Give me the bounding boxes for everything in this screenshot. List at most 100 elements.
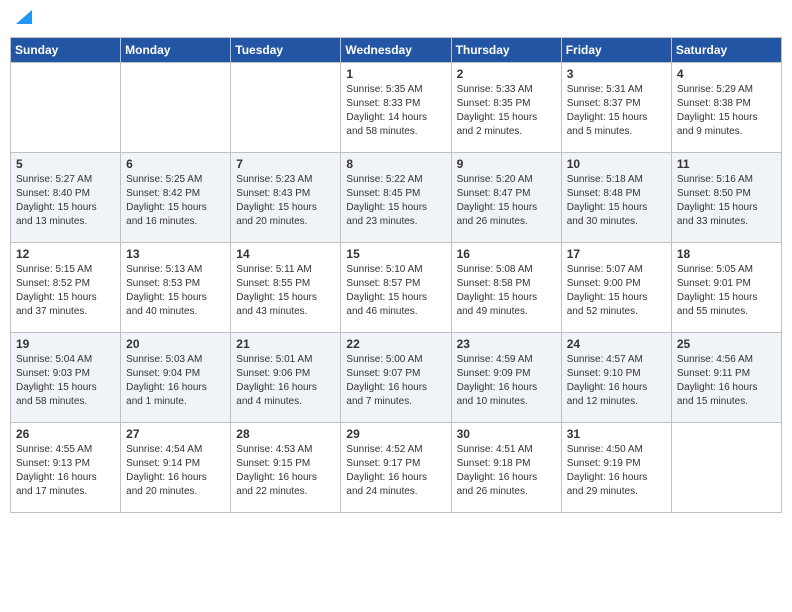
week-row-3: 12 Sunrise: 5:15 AM Sunset: 8:52 PM Dayli… [11,243,782,333]
calendar-cell: 9 Sunrise: 5:20 AM Sunset: 8:47 PM Daylig… [451,153,561,243]
calendar-cell: 6 Sunrise: 5:25 AM Sunset: 8:42 PM Daylig… [121,153,231,243]
day-number: 23 [457,337,556,351]
calendar-cell: 21 Sunrise: 5:01 AM Sunset: 9:06 PM Dayli… [231,333,341,423]
calendar-cell: 7 Sunrise: 5:23 AM Sunset: 8:43 PM Daylig… [231,153,341,243]
day-number: 30 [457,427,556,441]
day-number: 21 [236,337,335,351]
day-info: Sunrise: 5:05 AM Sunset: 9:01 PM Dayligh… [677,263,776,319]
day-info: Sunrise: 5:31 AM Sunset: 8:37 PM Dayligh… [567,83,666,139]
day-number: 20 [126,337,225,351]
day-number: 11 [677,157,776,171]
day-info: Sunrise: 4:56 AM Sunset: 9:11 PM Dayligh… [677,353,776,409]
calendar-cell: 26 Sunrise: 4:55 AM Sunset: 9:13 PM Dayli… [11,423,121,513]
day-info: Sunrise: 5:13 AM Sunset: 8:53 PM Dayligh… [126,263,225,319]
day-number: 8 [346,157,445,171]
day-info: Sunrise: 5:16 AM Sunset: 8:50 PM Dayligh… [677,173,776,229]
day-info: Sunrise: 4:53 AM Sunset: 9:15 PM Dayligh… [236,443,335,499]
calendar-cell: 10 Sunrise: 5:18 AM Sunset: 8:48 PM Dayli… [561,153,671,243]
day-number: 12 [16,247,115,261]
day-number: 25 [677,337,776,351]
day-info: Sunrise: 5:33 AM Sunset: 8:35 PM Dayligh… [457,83,556,139]
calendar-cell: 18 Sunrise: 5:05 AM Sunset: 9:01 PM Dayli… [671,243,781,333]
day-info: Sunrise: 5:07 AM Sunset: 9:00 PM Dayligh… [567,263,666,319]
calendar-cell: 19 Sunrise: 5:04 AM Sunset: 9:03 PM Dayli… [11,333,121,423]
calendar-cell [11,63,121,153]
calendar-cell: 2Sunrise: 5:33 AM Sunset: 8:35 PM Daylig… [451,63,561,153]
day-info: Sunrise: 5:27 AM Sunset: 8:40 PM Dayligh… [16,173,115,229]
calendar-cell: 8 Sunrise: 5:22 AM Sunset: 8:45 PM Daylig… [341,153,451,243]
day-number: 19 [16,337,115,351]
day-number: 31 [567,427,666,441]
day-number: 15 [346,247,445,261]
calendar-cell: 23 Sunrise: 4:59 AM Sunset: 9:09 PM Dayli… [451,333,561,423]
day-info: Sunrise: 5:35 AM Sunset: 8:33 PM Dayligh… [346,83,445,139]
day-number: 28 [236,427,335,441]
week-row-2: 5 Sunrise: 5:27 AM Sunset: 8:40 PM Daylig… [11,153,782,243]
day-number: 5 [16,157,115,171]
day-info: Sunrise: 4:54 AM Sunset: 9:14 PM Dayligh… [126,443,225,499]
day-number: 26 [16,427,115,441]
calendar-cell: 11 Sunrise: 5:16 AM Sunset: 8:50 PM Dayli… [671,153,781,243]
header-day-monday: Monday [121,38,231,63]
header-day-sunday: Sunday [11,38,121,63]
calendar-cell: 14Sunrise: 5:11 AM Sunset: 8:55 PM Dayli… [231,243,341,333]
day-info: Sunrise: 5:18 AM Sunset: 8:48 PM Dayligh… [567,173,666,229]
day-info: Sunrise: 5:23 AM Sunset: 8:43 PM Dayligh… [236,173,335,229]
day-number: 24 [567,337,666,351]
header-day-saturday: Saturday [671,38,781,63]
calendar-cell: 24 Sunrise: 4:57 AM Sunset: 9:10 PM Dayli… [561,333,671,423]
calendar-cell: 3 Sunrise: 5:31 AM Sunset: 8:37 PM Daylig… [561,63,671,153]
day-info: Sunrise: 5:08 AM Sunset: 8:58 PM Dayligh… [457,263,556,319]
day-info: Sunrise: 5:04 AM Sunset: 9:03 PM Dayligh… [16,353,115,409]
calendar-cell: 17 Sunrise: 5:07 AM Sunset: 9:00 PM Dayli… [561,243,671,333]
day-info: Sunrise: 5:20 AM Sunset: 8:47 PM Dayligh… [457,173,556,229]
calendar-cell [121,63,231,153]
day-info: Sunrise: 4:57 AM Sunset: 9:10 PM Dayligh… [567,353,666,409]
calendar-cell: 29 Sunrise: 4:52 AM Sunset: 9:17 PM Dayli… [341,423,451,513]
week-row-1: 1 Sunrise: 5:35 AM Sunset: 8:33 PM Daylig… [11,63,782,153]
day-info: Sunrise: 5:15 AM Sunset: 8:52 PM Dayligh… [16,263,115,319]
day-info: Sunrise: 4:55 AM Sunset: 9:13 PM Dayligh… [16,443,115,499]
day-number: 18 [677,247,776,261]
day-info: Sunrise: 5:01 AM Sunset: 9:06 PM Dayligh… [236,353,335,409]
page-header [10,10,782,31]
day-number: 29 [346,427,445,441]
week-row-5: 26 Sunrise: 4:55 AM Sunset: 9:13 PM Dayli… [11,423,782,513]
day-info: Sunrise: 5:22 AM Sunset: 8:45 PM Dayligh… [346,173,445,229]
day-info: Sunrise: 5:25 AM Sunset: 8:42 PM Dayligh… [126,173,225,229]
calendar-cell: 22 Sunrise: 5:00 AM Sunset: 9:07 PM Dayli… [341,333,451,423]
logo [14,10,32,31]
calendar-cell: 13Sunrise: 5:13 AM Sunset: 8:53 PM Dayli… [121,243,231,333]
calendar-cell: 12 Sunrise: 5:15 AM Sunset: 8:52 PM Dayli… [11,243,121,333]
calendar-cell: 28 Sunrise: 4:53 AM Sunset: 9:15 PM Dayli… [231,423,341,513]
day-info: Sunrise: 5:00 AM Sunset: 9:07 PM Dayligh… [346,353,445,409]
day-info: Sunrise: 4:59 AM Sunset: 9:09 PM Dayligh… [457,353,556,409]
day-number: 9 [457,157,556,171]
day-number: 4 [677,67,776,81]
header-day-thursday: Thursday [451,38,561,63]
calendar-cell [231,63,341,153]
day-number: 22 [346,337,445,351]
calendar-cell: 16Sunrise: 5:08 AM Sunset: 8:58 PM Dayli… [451,243,561,333]
header-row: SundayMondayTuesdayWednesdayThursdayFrid… [11,38,782,63]
day-number: 27 [126,427,225,441]
header-day-friday: Friday [561,38,671,63]
day-info: Sunrise: 4:52 AM Sunset: 9:17 PM Dayligh… [346,443,445,499]
week-row-4: 19 Sunrise: 5:04 AM Sunset: 9:03 PM Dayli… [11,333,782,423]
day-number: 6 [126,157,225,171]
day-info: Sunrise: 5:03 AM Sunset: 9:04 PM Dayligh… [126,353,225,409]
header-day-wednesday: Wednesday [341,38,451,63]
calendar-cell: 31 Sunrise: 4:50 AM Sunset: 9:19 PM Dayli… [561,423,671,513]
day-info: Sunrise: 4:50 AM Sunset: 9:19 PM Dayligh… [567,443,666,499]
day-number: 17 [567,247,666,261]
calendar-cell: 20 Sunrise: 5:03 AM Sunset: 9:04 PM Dayli… [121,333,231,423]
logo-icon [16,10,32,24]
calendar-cell: 4Sunrise: 5:29 AM Sunset: 8:38 PM Daylig… [671,63,781,153]
day-number: 3 [567,67,666,81]
day-number: 14 [236,247,335,261]
day-info: Sunrise: 4:51 AM Sunset: 9:18 PM Dayligh… [457,443,556,499]
day-number: 7 [236,157,335,171]
day-number: 10 [567,157,666,171]
calendar-cell: 25 Sunrise: 4:56 AM Sunset: 9:11 PM Dayli… [671,333,781,423]
day-number: 1 [346,67,445,81]
